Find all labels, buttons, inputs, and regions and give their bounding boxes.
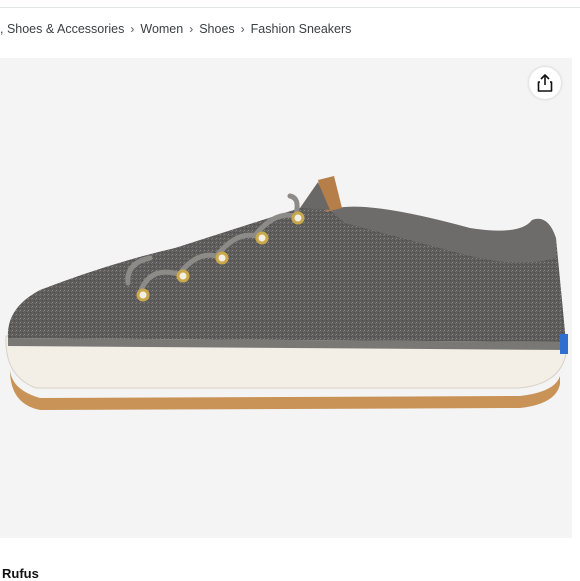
breadcrumb-separator: › bbox=[130, 22, 135, 36]
top-divider bbox=[0, 7, 580, 8]
breadcrumb: , Shoes & Accessories › Women › Shoes › … bbox=[0, 20, 351, 38]
sneaker-illustration bbox=[5, 176, 568, 410]
breadcrumb-item-women[interactable]: Women bbox=[140, 22, 183, 36]
breadcrumb-separator: › bbox=[189, 22, 194, 36]
seller-name[interactable]: Rufus bbox=[2, 566, 39, 581]
breadcrumb-item-fashion-sneakers[interactable]: Fashion Sneakers bbox=[251, 22, 352, 36]
breadcrumb-item-shoes[interactable]: Shoes bbox=[199, 22, 234, 36]
share-icon bbox=[537, 74, 553, 92]
breadcrumb-separator: › bbox=[240, 22, 245, 36]
share-button[interactable] bbox=[529, 67, 561, 99]
upper bbox=[7, 205, 566, 342]
product-image[interactable] bbox=[0, 58, 572, 538]
brand-badge bbox=[560, 334, 568, 354]
breadcrumb-item-shoes-accessories[interactable]: , Shoes & Accessories bbox=[0, 22, 124, 36]
